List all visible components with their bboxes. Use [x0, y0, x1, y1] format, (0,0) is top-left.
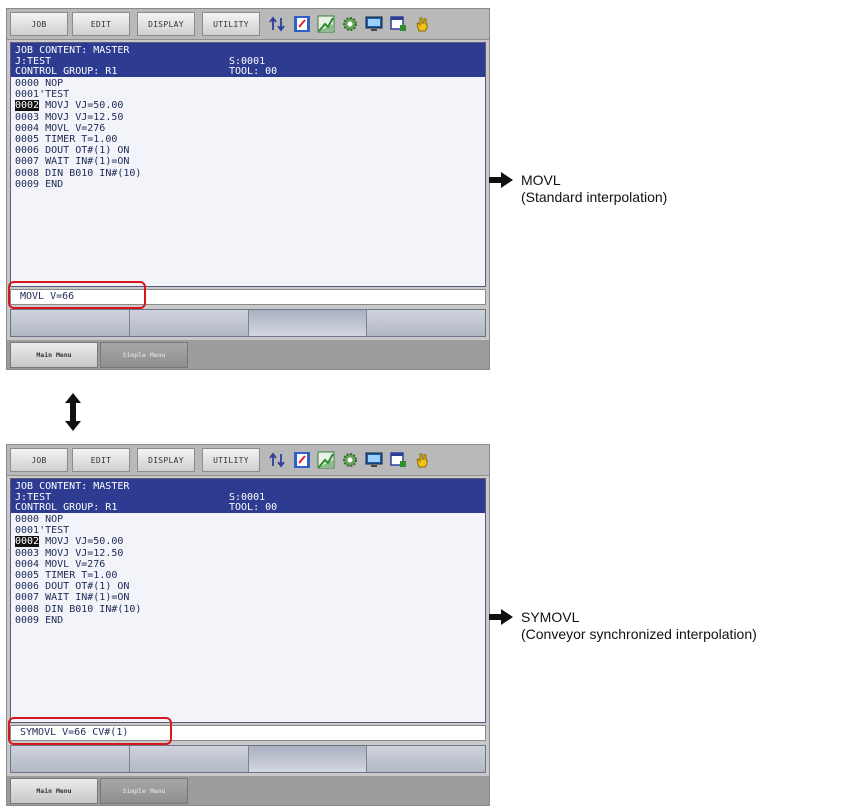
annotation-title: MOVL: [521, 172, 561, 188]
job-line[interactable]: 0009 END: [15, 179, 481, 190]
status-icon-area: [265, 12, 487, 36]
highlight-outline: [8, 717, 172, 745]
top-menu-bar: JOB EDIT DISPLAY UTILITY: [7, 445, 489, 476]
right-arrow-icon: [489, 609, 513, 625]
line-cursor: 0002: [15, 536, 40, 548]
highlight-outline: [8, 281, 146, 309]
job-content-panel: JOB CONTENT: MASTER J:TEST S:0001 CONTROL…: [10, 478, 486, 723]
job-line-cursor[interactable]: 0002 MOVJ VJ=50.00: [15, 536, 481, 548]
main-menu-button[interactable]: Main Menu: [10, 778, 98, 804]
job-content-header: JOB CONTENT: MASTER J:TEST S:0001 CONTROL…: [11, 43, 485, 77]
control-group: CONTROL GROUP: R1: [15, 66, 118, 77]
job-content-title: JOB CONTENT: MASTER: [15, 481, 130, 492]
mode-arrows-icon: [269, 16, 285, 32]
menu-edit-button[interactable]: EDIT: [72, 12, 130, 36]
gear-icon: [343, 453, 357, 467]
graph-icon: [317, 451, 335, 469]
monitor-icon: [365, 16, 383, 31]
edit-doc-icon: [294, 452, 310, 468]
function-key[interactable]: [129, 310, 249, 336]
function-key-bar: [10, 745, 486, 773]
function-key[interactable]: [248, 746, 368, 772]
job-line[interactable]: 0004 MOVL V=276: [15, 123, 481, 134]
job-line[interactable]: 0008 DIN B010 IN#(10): [15, 604, 481, 615]
job-line[interactable]: 0000 NOP: [15, 514, 481, 525]
menu-job-button[interactable]: JOB: [10, 448, 68, 472]
function-key[interactable]: [367, 746, 485, 772]
job-line[interactable]: 0009 END: [15, 615, 481, 626]
job-line[interactable]: 0005 TIMER T=1.00: [15, 570, 481, 581]
menu-utility-button[interactable]: UTILITY: [202, 12, 260, 36]
annotation-subtitle: (Conveyor synchronized interpolation): [521, 626, 757, 642]
job-line[interactable]: 0008 DIN B010 IN#(10): [15, 168, 481, 179]
job-content-title: JOB CONTENT: MASTER: [15, 45, 130, 56]
control-group: CONTROL GROUP: R1: [15, 502, 118, 513]
annotation-title: SYMOVL: [521, 609, 580, 625]
job-line[interactable]: 0001'TEST: [15, 89, 481, 100]
pendant-screen-movl: JOB EDIT DISPLAY UTILITY JOB CONTENT: MA…: [6, 8, 490, 370]
job-line[interactable]: 0004 MOVL V=276: [15, 559, 481, 570]
job-line[interactable]: 0005 TIMER T=1.00: [15, 134, 481, 145]
hand-icon: [416, 453, 428, 468]
job-line[interactable]: 0007 WAIT IN#(1)=ON: [15, 156, 481, 167]
window-icon: [390, 452, 406, 467]
menu-display-button[interactable]: DISPLAY: [137, 12, 195, 36]
simple-menu-button[interactable]: Simple Menu: [100, 778, 188, 804]
menu-display-button[interactable]: DISPLAY: [137, 448, 195, 472]
job-line[interactable]: 0006 DOUT OT#(1) ON: [15, 581, 481, 592]
function-key[interactable]: [248, 310, 368, 336]
function-key-bar: [10, 309, 486, 337]
edit-doc-icon: [294, 16, 310, 32]
gear-icon: [343, 17, 357, 31]
function-key[interactable]: [367, 310, 485, 336]
job-line-list: 0000 NOP 0001'TEST 0002 MOVJ VJ=50.00 00…: [11, 77, 485, 191]
monitor-icon: [365, 452, 383, 467]
job-line[interactable]: 0000 NOP: [15, 78, 481, 89]
job-line[interactable]: 0003 MOVJ VJ=12.50: [15, 112, 481, 123]
job-name: J:TEST: [15, 491, 52, 503]
right-arrow-icon: [489, 172, 513, 188]
function-key[interactable]: [11, 746, 130, 772]
job-line[interactable]: 0003 MOVJ VJ=12.50: [15, 548, 481, 559]
annotation-subtitle: (Standard interpolation): [521, 189, 668, 205]
job-line-cursor[interactable]: 0002 MOVJ VJ=50.00: [15, 100, 481, 112]
tool-number: TOOL: 00: [229, 66, 278, 77]
top-menu-bar: JOB EDIT DISPLAY UTILITY: [7, 9, 489, 40]
tool-number: TOOL: 00: [229, 502, 278, 513]
hand-icon: [416, 17, 428, 32]
graph-icon: [317, 15, 335, 33]
function-key[interactable]: [11, 310, 130, 336]
bottom-bar: Main Menu Simple Menu: [7, 340, 489, 369]
job-name: J:TEST: [15, 55, 52, 67]
menu-edit-button[interactable]: EDIT: [72, 448, 130, 472]
status-icon-area: [265, 448, 487, 472]
job-content-panel: JOB CONTENT: MASTER J:TEST S:0001 CONTROL…: [10, 42, 486, 287]
main-menu-button[interactable]: Main Menu: [10, 342, 98, 368]
bottom-bar: Main Menu Simple Menu: [7, 776, 489, 805]
job-line[interactable]: 0007 WAIT IN#(1)=ON: [15, 592, 481, 603]
simple-menu-button[interactable]: Simple Menu: [100, 342, 188, 368]
job-line-list: 0000 NOP 0001'TEST 0002 MOVJ VJ=50.00 00…: [11, 513, 485, 627]
job-line[interactable]: 0006 DOUT OT#(1) ON: [15, 145, 481, 156]
menu-job-button[interactable]: JOB: [10, 12, 68, 36]
mode-arrows-icon: [269, 452, 285, 468]
line-cursor: 0002: [15, 100, 40, 112]
menu-utility-button[interactable]: UTILITY: [202, 448, 260, 472]
job-line[interactable]: 0001'TEST: [15, 525, 481, 536]
up-down-arrow-icon: [65, 393, 81, 431]
job-content-header: JOB CONTENT: MASTER J:TEST S:0001 CONTROL…: [11, 479, 485, 513]
pendant-screen-symovl: JOB EDIT DISPLAY UTILITY JOB CONTENT: MA…: [6, 444, 490, 806]
function-key[interactable]: [129, 746, 249, 772]
window-icon: [390, 16, 406, 31]
